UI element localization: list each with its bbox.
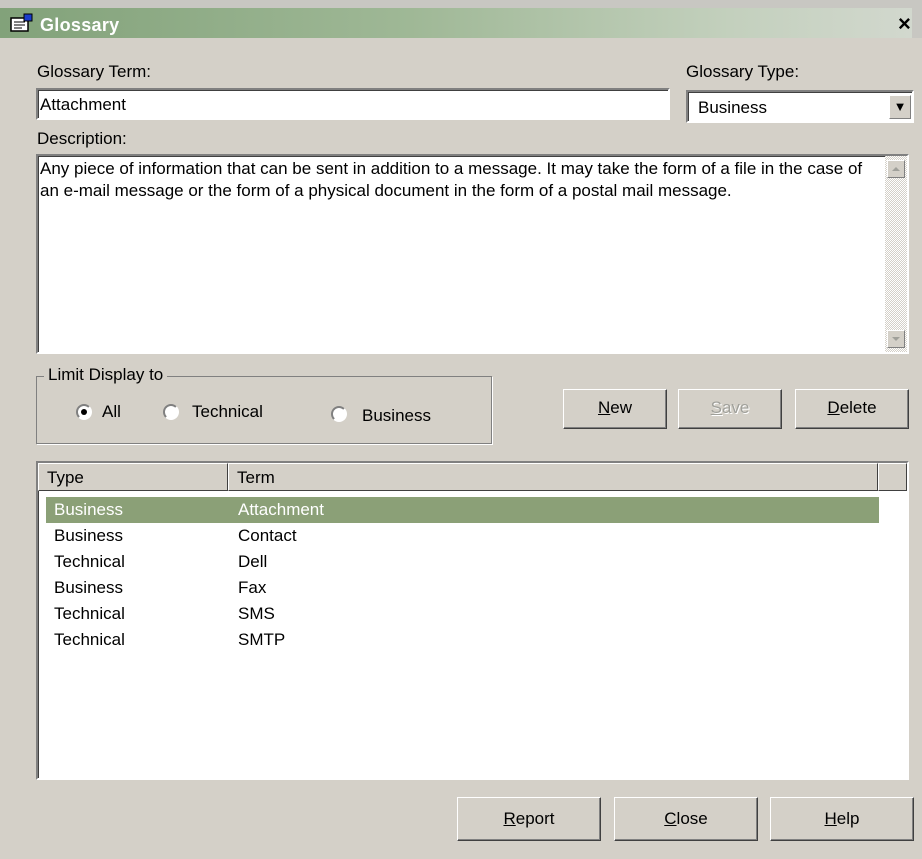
cell-term: Fax — [238, 578, 267, 597]
glossary-term-value: Attachment — [40, 95, 126, 114]
cell-type: Technical — [54, 630, 125, 649]
radio-all-label[interactable]: All — [102, 402, 121, 422]
report-button[interactable]: Report — [457, 797, 601, 841]
table-row[interactable]: Technical SMS — [46, 601, 879, 627]
description-text: Any piece of information that can be sen… — [40, 159, 863, 200]
glossary-window-icon — [10, 13, 33, 32]
window-title: Glossary — [40, 15, 120, 35]
chevron-down-icon[interactable]: ▼ — [889, 95, 911, 119]
glossary-term-input[interactable]: Attachment — [36, 88, 670, 120]
cell-term: Attachment — [238, 500, 324, 519]
cell-term: Contact — [238, 526, 297, 545]
radio-technical-label[interactable]: Technical — [192, 402, 263, 422]
radio-all[interactable] — [76, 404, 92, 420]
description-label: Description: — [37, 129, 127, 148]
column-header-spacer — [878, 463, 907, 491]
table-row[interactable]: Technical Dell — [46, 549, 879, 575]
column-header-term[interactable]: Term — [228, 463, 878, 491]
close-icon[interactable]: × — [898, 13, 911, 35]
radio-business[interactable] — [331, 406, 347, 422]
table-row[interactable]: Technical SMTP — [46, 627, 879, 653]
cell-type: Technical — [54, 604, 125, 623]
cell-term: SMS — [238, 604, 275, 623]
description-textarea[interactable]: Any piece of information that can be sen… — [36, 154, 909, 354]
cell-type: Business — [54, 500, 123, 519]
glossary-term-label: Glossary Term: — [37, 62, 151, 81]
table-row[interactable]: Business Contact — [46, 523, 879, 549]
cell-type: Technical — [54, 552, 125, 571]
new-button[interactable]: New — [563, 389, 667, 429]
limit-display-label: Limit Display to — [44, 365, 168, 385]
close-button[interactable]: Close — [614, 797, 758, 841]
column-header-type[interactable]: Type — [38, 463, 228, 491]
scroll-down-icon[interactable] — [887, 330, 905, 348]
glossary-type-select[interactable]: Business ▼ — [686, 90, 914, 123]
help-button[interactable]: Help — [770, 797, 914, 841]
save-button[interactable]: Save — [678, 389, 782, 429]
glossary-type-label: Glossary Type: — [686, 62, 800, 81]
radio-technical[interactable] — [163, 404, 179, 420]
cell-term: Dell — [238, 552, 268, 571]
table-row[interactable]: Business Fax — [46, 575, 879, 601]
table-row[interactable]: Business Attachment — [46, 497, 879, 523]
scroll-up-icon[interactable] — [887, 160, 905, 178]
cell-term: SMTP — [238, 630, 286, 649]
delete-button[interactable]: Delete — [795, 389, 909, 429]
description-scrollbar[interactable] — [885, 156, 907, 352]
glossary-list[interactable]: Type Term Business Attachment Business C… — [36, 461, 909, 780]
radio-business-label[interactable]: Business — [362, 406, 431, 426]
glossary-type-value: Business — [698, 98, 767, 117]
cell-type: Business — [54, 578, 123, 597]
cell-type: Business — [54, 526, 123, 545]
title-bar — [0, 0, 922, 38]
